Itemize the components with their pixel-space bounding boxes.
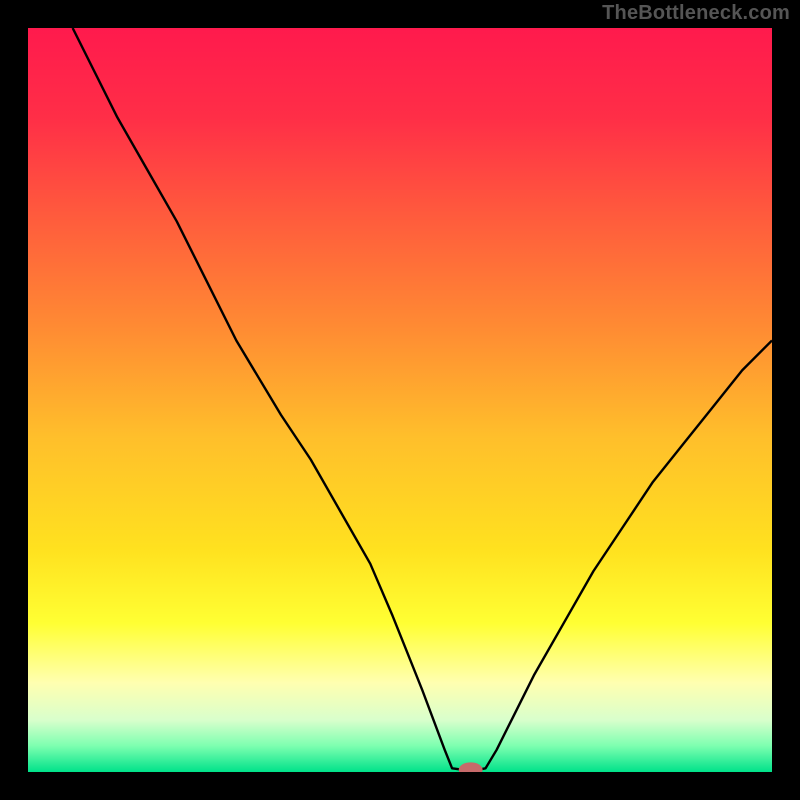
bottleneck-curve-chart	[28, 28, 772, 772]
chart-frame: TheBottleneck.com	[0, 0, 800, 800]
plot-area	[28, 28, 772, 772]
watermark-text: TheBottleneck.com	[602, 2, 790, 25]
gradient-background	[28, 28, 772, 772]
